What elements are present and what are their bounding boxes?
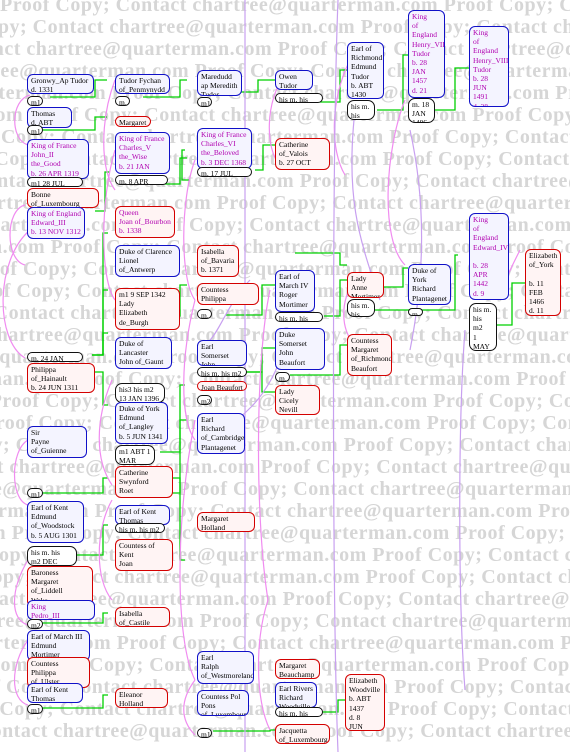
marriage-box[interactable]: his m. his m2 bbox=[115, 523, 165, 533]
person-box[interactable]: Isabella of_Castile d. 23 NOV 1393 bbox=[115, 607, 170, 627]
person-box[interactable]: Earl of March IV Roger Mortimer d. 1398 bbox=[275, 270, 315, 312]
person-box[interactable]: Earl of Kent Thomas Holland bbox=[27, 683, 83, 703]
person-box[interactable]: Isabella of_Bavaria b. 1371 d. 1435 bbox=[197, 245, 239, 277]
person-box[interactable]: Sir Payne of_Guienne Roet bbox=[27, 426, 87, 458]
person-box[interactable]: Duke of York Richard Plantagenet d. 1460 bbox=[408, 264, 451, 305]
person-box[interactable]: Eleanor Holland d. 1405 bbox=[115, 688, 168, 708]
person-box[interactable]: King of England Henry_VIII Tudor b. 28 J… bbox=[469, 26, 509, 107]
marriage-box[interactable]: his m. his m2 DEC 1325 bbox=[27, 546, 77, 566]
person-box[interactable]: King of England Edward_III b. 13 NOV 131… bbox=[27, 207, 85, 239]
person-box[interactable]: Countess Margaret of_Richmond Beaufort d… bbox=[347, 334, 392, 376]
marriage-box[interactable]: m. 24 JAN 1328 bbox=[27, 352, 83, 362]
marriage-box[interactable]: m. bbox=[275, 372, 290, 382]
marriage-box[interactable]: m. bbox=[197, 309, 212, 319]
person-box[interactable]: Jacquetta of_Luxembourg bbox=[275, 724, 330, 744]
person-box[interactable]: Owen Tudor d. 1461 bbox=[275, 70, 313, 90]
person-box[interactable]: Gronwy_Ap Tudor d. 1331 bbox=[27, 74, 94, 94]
person-box[interactable]: Lady Anne Mortimer bbox=[347, 272, 384, 298]
person-box[interactable]: Catherine of_Valois b. 27 OCT 1401 d. 3 … bbox=[275, 138, 330, 170]
person-box[interactable]: Countess Pol Pons of_Luxembourg bbox=[197, 690, 249, 716]
marriage-box[interactable]: his m. his m3 bbox=[347, 100, 375, 120]
person-box[interactable]: Earl of Richmond Edmund Tudor b. ABT 143… bbox=[347, 42, 384, 99]
person-box[interactable]: Catherine Swynford Roet b. 1350 d. 10 MA… bbox=[115, 466, 173, 498]
person-box[interactable]: Countess of Kent Joan b. 29 SEP 1328 d. … bbox=[115, 539, 173, 571]
marriage-box[interactable]: m. 8 APR 1350 bbox=[115, 175, 168, 185]
person-box[interactable]: Margaret bbox=[115, 116, 151, 127]
person-box[interactable]: Countess Philippa of_Ulster d. 1382 bbox=[197, 283, 259, 305]
marriage-box[interactable]: m. bbox=[115, 96, 130, 106]
marriage-box[interactable]: m2 bbox=[197, 395, 212, 405]
person-box[interactable]: Philippa of_Hainault b. 24 JUN 1311 d. 1… bbox=[27, 363, 95, 393]
person-box[interactable]: Elizabeth Woodville b. ABT 1437 d. 8 JUN… bbox=[345, 674, 385, 731]
marriage-box[interactable]: m. bbox=[408, 308, 423, 316]
marriage-box[interactable]: m. 17 JUL 1385 bbox=[197, 167, 252, 177]
person-box[interactable]: Duke of Clarence Lionel of_Antwerp b. 29… bbox=[115, 245, 180, 277]
marriage-box[interactable]: m2 bbox=[27, 619, 43, 629]
marriage-box[interactable]: m1 28 JUL 1332 bbox=[27, 177, 83, 187]
marriage-box[interactable]: m1 bbox=[27, 96, 43, 106]
person-box[interactable]: King of England Henry_VII Tudor b. 28 JA… bbox=[408, 10, 445, 98]
marriage-box[interactable]: his m. his m2 bbox=[275, 312, 323, 322]
marriage-box[interactable]: his m. his m2 bbox=[197, 367, 247, 377]
marriage-box[interactable]: m1 ABT 1 MAR 1372 bbox=[115, 445, 155, 465]
person-box[interactable]: Queen Joan of_Bourbon b. 1338 d. 4 FEB 1… bbox=[115, 206, 175, 238]
person-box[interactable]: Earl of Kent Edmund of_Woodstock b. 5 AU… bbox=[27, 501, 84, 543]
person-box[interactable]: Tudor Fychan of_Penmynydd bbox=[115, 74, 170, 94]
marriage-box[interactable]: his m. his m2 bbox=[275, 93, 323, 103]
marriage-box[interactable]: m1 bbox=[27, 704, 43, 714]
person-box[interactable]: Bonne of_Luxembourg d. 1349 bbox=[27, 188, 99, 208]
person-box[interactable]: Earl Richard of_Cambridge Plantagenet d.… bbox=[197, 413, 245, 454]
person-box[interactable]: Maredudd ap Meredith Tudor bbox=[197, 70, 242, 96]
person-box[interactable]: Earl Rivers Richard Woodville bbox=[275, 682, 317, 708]
marriage-box[interactable]: m1 bbox=[27, 488, 43, 498]
person-box[interactable]: Duke of York Edmund of_Langley b. 5 JUN … bbox=[115, 402, 168, 444]
marriage-box[interactable]: his m. his m2 bbox=[275, 707, 323, 717]
marriage-box[interactable]: m1 bbox=[27, 125, 43, 135]
marriage-box[interactable]: his3 his m2 13 JAN 1396 bbox=[115, 383, 165, 403]
person-box[interactable]: Margaret Beauchamp bbox=[275, 659, 320, 679]
person-box[interactable]: King of France Charles_V the_Wise b. 21 … bbox=[115, 132, 170, 174]
person-box[interactable]: King Pedro_III of_Castile bbox=[27, 600, 95, 620]
person-box[interactable]: Duke Somerset John Beaufort b. 1403 d. 1… bbox=[275, 328, 325, 370]
person-box[interactable]: King of France John_II the_Good b. 26 AP… bbox=[27, 139, 89, 179]
person-box[interactable]: Earl Ralph of_Westmoreland 1st bbox=[197, 651, 254, 684]
person-box[interactable]: King of France Charles_VI the_Beloved b.… bbox=[197, 128, 252, 169]
marriage-box[interactable]: his m. his m2 bbox=[347, 299, 375, 317]
marriage-box[interactable]: m1 bbox=[197, 728, 212, 738]
person-box[interactable]: m1 9 SEP 1342 Lady Elizabeth de_Burgh d.… bbox=[115, 288, 180, 330]
marriage-box[interactable]: m1 bbox=[197, 97, 212, 107]
person-box[interactable]: Earl of Kent Thomas Holland bbox=[115, 505, 170, 525]
person-box[interactable]: Duke of Lancaster John of_Gaunt b. MAR 1… bbox=[115, 337, 172, 369]
person-box[interactable]: Elizabeth of_York b. 11 FEB 1466 d. 11 F… bbox=[525, 249, 561, 316]
person-box[interactable]: King of England Edward_IV b. 28 APR 1442… bbox=[469, 213, 509, 300]
person-box[interactable]: Joan Beaufort bbox=[197, 381, 247, 391]
person-box[interactable]: Lady Cicely Nevill d. 1495 bbox=[275, 385, 320, 415]
person-box[interactable]: Earl Somerset John Beaufort b. 1410 bbox=[197, 340, 247, 366]
person-box[interactable]: Margaret Holland d. 31 DEC 1439 bbox=[197, 512, 255, 532]
marriage-box[interactable]: his m. his m2 1 MAY 1464 bbox=[469, 303, 497, 351]
marriage-box[interactable]: m. 18 JAN 1486 bbox=[408, 98, 435, 123]
